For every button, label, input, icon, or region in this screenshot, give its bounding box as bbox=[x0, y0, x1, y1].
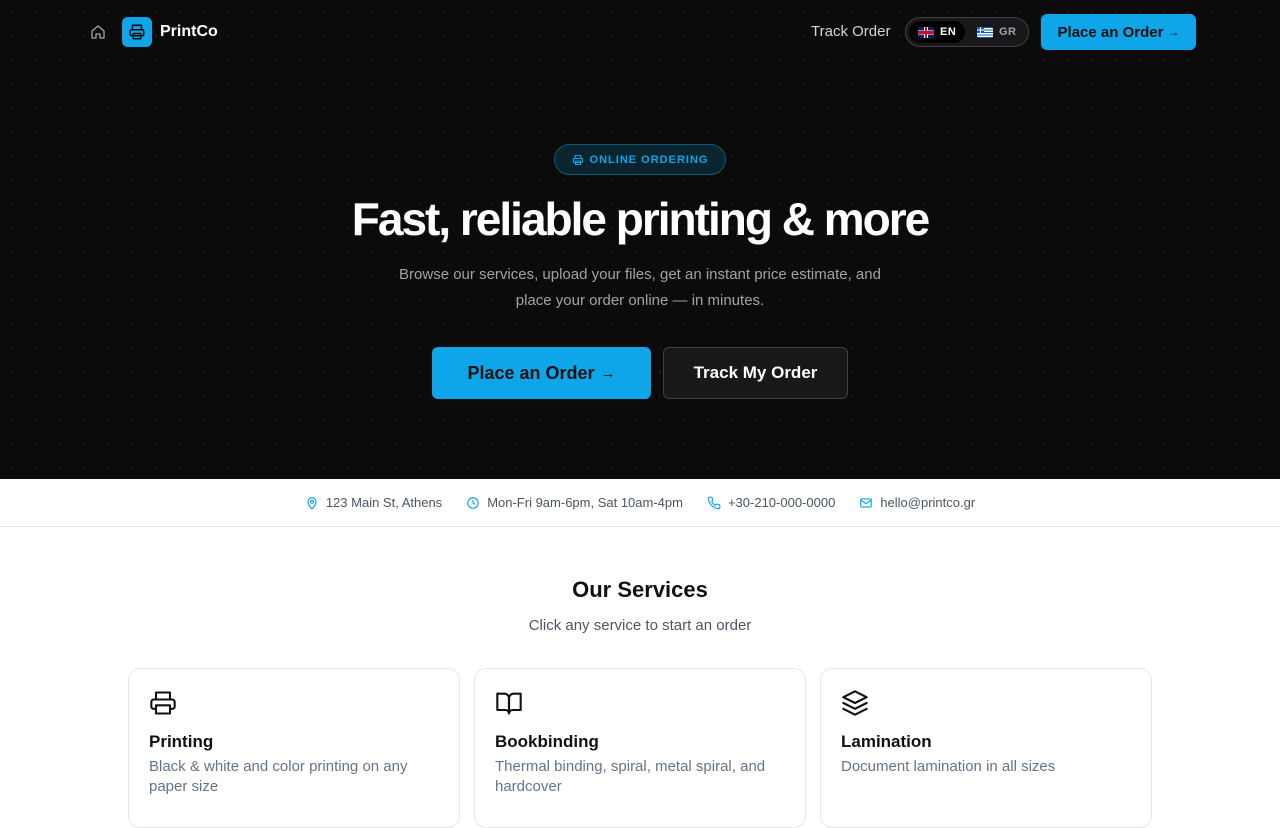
map-pin-icon bbox=[307, 496, 317, 509]
printer-icon bbox=[150, 691, 176, 715]
language-code: EN bbox=[940, 26, 957, 38]
clock-icon bbox=[467, 496, 480, 509]
service-card-bookbinding[interactable]: Bookbinding Thermal binding, spiral, met… bbox=[474, 668, 806, 828]
language-option-gr[interactable]: GR bbox=[968, 21, 1026, 43]
layers-icon bbox=[842, 690, 868, 716]
place-order-label: Place an Order bbox=[467, 362, 595, 383]
language-code: GR bbox=[999, 26, 1017, 38]
services-title: Our Services bbox=[572, 577, 708, 602]
contact-info-bar: 123 Main St, Athens Mon-Fri 9am-6pm, Sat… bbox=[0, 479, 1280, 527]
uk-flag-icon bbox=[918, 26, 934, 38]
phone-text: +30-210-000-0000 bbox=[727, 495, 836, 510]
hero-subtitle: Browse our services, upload your files, … bbox=[399, 266, 881, 309]
mail-icon bbox=[860, 497, 873, 508]
phone-icon bbox=[707, 496, 721, 509]
service-title: Printing bbox=[149, 732, 214, 751]
service-description: Black & white and color printing on any … bbox=[149, 758, 408, 795]
info-email[interactable]: hello@printco.gr bbox=[859, 495, 975, 510]
greece-flag-icon bbox=[977, 26, 993, 38]
service-title: Lamination bbox=[841, 732, 932, 751]
track-my-order-button[interactable]: Track My Order bbox=[663, 347, 848, 399]
info-phone[interactable]: +30-210-000-0000 bbox=[707, 495, 835, 510]
service-description: Document lamination in all sizes bbox=[841, 758, 1056, 775]
language-switcher: EN GR bbox=[905, 17, 1029, 47]
nav-place-order-button[interactable]: Place an Order → bbox=[1041, 14, 1196, 50]
printer-icon bbox=[572, 154, 583, 165]
address-text: 123 Main St, Athens bbox=[325, 495, 443, 510]
place-order-button[interactable]: Place an Order → bbox=[432, 347, 651, 399]
info-address: 123 Main St, Athens bbox=[305, 495, 442, 510]
email-text: hello@printco.gr bbox=[880, 495, 976, 510]
hours-text: Mon-Fri 9am-6pm, Sat 10am-4pm bbox=[487, 495, 683, 510]
service-description: Thermal binding, spiral, metal spiral, a… bbox=[495, 758, 766, 795]
logo-printer-icon[interactable] bbox=[122, 17, 152, 47]
services-subtitle: Click any service to start an order bbox=[528, 617, 752, 634]
home-icon[interactable] bbox=[88, 22, 108, 42]
arrow-right-icon: → bbox=[600, 364, 616, 382]
service-card-lamination[interactable]: Lamination Document lamination in all si… bbox=[820, 668, 1152, 828]
service-card-printing[interactable]: Printing Black & white and color printin… bbox=[128, 668, 460, 828]
service-title: Bookbinding bbox=[495, 732, 599, 751]
book-icon bbox=[496, 692, 522, 715]
brand-name[interactable]: PrintCo bbox=[160, 23, 218, 41]
hero-section: PrintCo Track Order EN GR Place an Order… bbox=[0, 0, 1280, 479]
arrow-right-icon: → bbox=[1167, 25, 1180, 39]
language-option-en[interactable]: EN bbox=[909, 21, 966, 43]
online-ordering-badge: ONLINE ORDERING bbox=[554, 144, 726, 175]
nav-cta-label: Place an Order bbox=[1057, 23, 1164, 41]
hero-title: Fast, reliable printing & more bbox=[351, 193, 930, 245]
badge-label: ONLINE ORDERING bbox=[589, 153, 709, 166]
top-nav: PrintCo Track Order EN GR Place an Order… bbox=[0, 0, 1280, 64]
track-order-link[interactable]: Track Order bbox=[811, 23, 890, 40]
info-hours: Mon-Fri 9am-6pm, Sat 10am-4pm bbox=[466, 495, 683, 510]
